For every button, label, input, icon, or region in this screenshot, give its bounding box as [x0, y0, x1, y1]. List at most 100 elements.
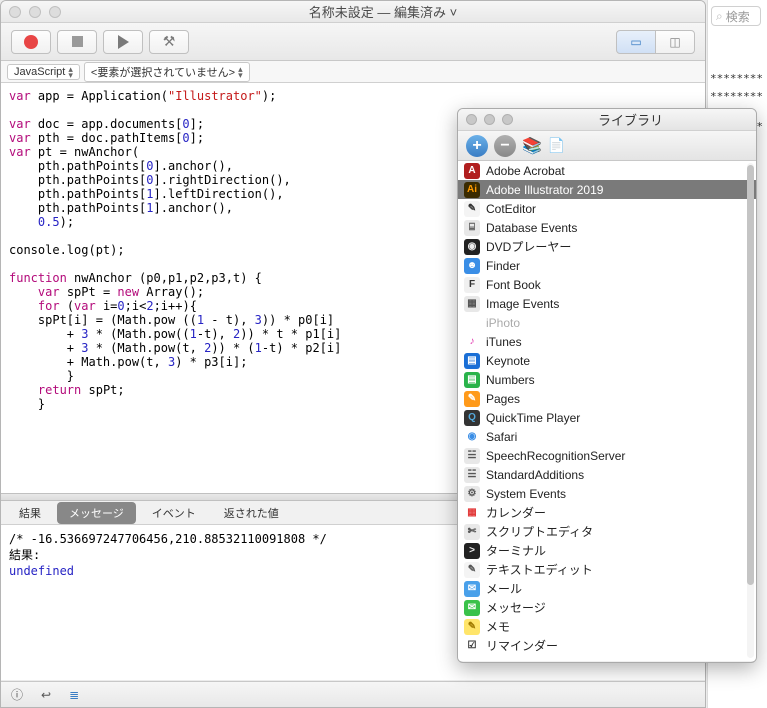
minimize-icon[interactable]: [484, 114, 495, 125]
library-item-label: Font Book: [486, 278, 541, 292]
minimize-icon[interactable]: [29, 6, 41, 18]
build-button[interactable]: ⚒: [149, 30, 189, 54]
library-item-label: Image Events: [486, 297, 559, 311]
library-item[interactable]: ⌸ Database Events: [458, 218, 756, 237]
library-item[interactable]: Ai Adobe Illustrator 2019: [458, 180, 756, 199]
bottom-bar: ⓘ ↩ ≣: [1, 681, 705, 707]
app-icon: ☻: [464, 258, 480, 274]
library-item[interactable]: ✄スクリプトエディタ: [458, 522, 756, 541]
scrollbar[interactable]: [747, 163, 754, 658]
record-button[interactable]: [11, 30, 51, 54]
library-item[interactable]: ✎テキストエディット: [458, 560, 756, 579]
element-label: <要素が選択されていません>: [91, 64, 235, 80]
close-icon[interactable]: [466, 114, 477, 125]
language-label: JavaScript: [14, 66, 65, 78]
stop-icon: [72, 36, 83, 47]
library-item[interactable]: ◉Safari: [458, 427, 756, 446]
view-full-button[interactable]: ▭: [616, 30, 656, 54]
library-item-label: メッセージ: [486, 599, 546, 616]
screen-icon: ▭: [630, 35, 641, 49]
document-icon[interactable]: 📄: [548, 137, 565, 154]
library-item-label: Numbers: [486, 373, 535, 387]
library-item[interactable]: ♪iTunes: [458, 332, 756, 351]
library-item[interactable]: ▦ Image Events: [458, 294, 756, 313]
app-icon: ✎: [464, 391, 480, 407]
app-icon: ✎: [464, 619, 480, 635]
list-icon[interactable]: ≣: [69, 688, 79, 702]
library-item[interactable]: ☑リマインダー: [458, 636, 756, 655]
traffic-lights[interactable]: [466, 114, 513, 125]
run-button[interactable]: [103, 30, 143, 54]
library-item-label: スクリプトエディタ: [486, 523, 593, 540]
tab-events[interactable]: イベント: [140, 502, 208, 524]
library-item[interactable]: ✉ メッセージ: [458, 598, 756, 617]
app-icon: ◉: [464, 429, 480, 445]
library-item[interactable]: ☱StandardAdditions: [458, 465, 756, 484]
minus-icon: −: [500, 137, 509, 155]
language-selector[interactable]: JavaScript ▴▾: [7, 64, 80, 80]
reply-icon[interactable]: ↩: [41, 688, 51, 702]
library-item-label: iPhoto: [486, 316, 520, 330]
library-item[interactable]: ☱SpeechRecognitionServer: [458, 446, 756, 465]
view-split-button[interactable]: ◫: [655, 30, 695, 54]
tab-results[interactable]: 結果: [7, 502, 53, 524]
library-item[interactable]: FFont Book: [458, 275, 756, 294]
library-toolbar: + − 📚 📄: [458, 131, 756, 161]
library-item[interactable]: AAdobe Acrobat: [458, 161, 756, 180]
library-item[interactable]: ✉ メール: [458, 579, 756, 598]
close-icon[interactable]: [9, 6, 21, 18]
library-item-label: リマインダー: [486, 637, 558, 654]
element-selector[interactable]: <要素が選択されていません> ▴▾: [84, 62, 250, 82]
search-input[interactable]: ⌕ 検索: [711, 6, 761, 26]
library-item-label: メモ: [486, 618, 510, 635]
library-item-label: カレンダー: [486, 504, 546, 521]
search-placeholder: 検索: [726, 8, 750, 25]
tab-returned[interactable]: 返された値: [212, 502, 291, 524]
library-item[interactable]: ▤Keynote: [458, 351, 756, 370]
scrollbar-thumb[interactable]: [747, 165, 754, 585]
library-item[interactable]: QQuickTime Player: [458, 408, 756, 427]
library-list[interactable]: AAdobe AcrobatAiAdobe Illustrator 2019✎C…: [458, 161, 756, 661]
library-item-label: Adobe Acrobat: [486, 164, 565, 178]
library-item-label: CotEditor: [486, 202, 536, 216]
play-icon: [118, 35, 129, 49]
library-item-label: DVDプレーヤー: [486, 238, 571, 255]
info-icon[interactable]: ⓘ: [11, 686, 23, 703]
library-item[interactable]: ✎ Pages: [458, 389, 756, 408]
library-item[interactable]: ✎CotEditor: [458, 199, 756, 218]
stop-button[interactable]: [57, 30, 97, 54]
traffic-lights[interactable]: [9, 6, 61, 18]
library-item-label: Database Events: [486, 221, 577, 235]
library-item-label: SpeechRecognitionServer: [486, 449, 625, 463]
app-icon: ♪: [464, 334, 480, 350]
add-button[interactable]: +: [466, 135, 488, 157]
chevron-updown-icon: ▴▾: [68, 66, 73, 78]
library-item[interactable]: ▦カレンダー: [458, 503, 756, 522]
library-item-label: メール: [486, 580, 522, 597]
search-icon: ⌕: [716, 9, 723, 24]
zoom-icon[interactable]: [502, 114, 513, 125]
library-item-label: Adobe Illustrator 2019: [486, 183, 603, 197]
window-title: 名称未設定 — 編集済み ˅: [69, 2, 697, 21]
zoom-icon[interactable]: [49, 6, 61, 18]
library-item[interactable]: ◉DVDプレーヤー: [458, 237, 756, 256]
books-icon[interactable]: 📚: [522, 136, 542, 156]
view-segment: ▭ ◫: [616, 30, 695, 54]
library-item-label: Pages: [486, 392, 520, 406]
library-panel: ライブラリ + − 📚 📄 AAdobe Acrobat Ai Adobe Illu…: [457, 108, 757, 663]
remove-button[interactable]: −: [494, 135, 516, 157]
app-icon: ▦: [464, 296, 480, 312]
app-icon: ✉: [464, 581, 480, 597]
library-item[interactable]: ✎ メモ: [458, 617, 756, 636]
app-icon: Ai: [464, 182, 480, 198]
tab-messages[interactable]: メッセージ: [57, 502, 136, 524]
app-icon: ✎: [464, 562, 480, 578]
app-icon: ⌸: [464, 220, 480, 236]
library-item[interactable]: ☻Finder: [458, 256, 756, 275]
titlebar[interactable]: 名称未設定 — 編集済み ˅: [1, 1, 705, 23]
library-item[interactable]: >ターミナル: [458, 541, 756, 560]
app-icon: ✉: [464, 600, 480, 616]
library-item[interactable]: ▤Numbers: [458, 370, 756, 389]
library-item[interactable]: ⚙System Events: [458, 484, 756, 503]
library-titlebar[interactable]: ライブラリ: [458, 109, 756, 131]
